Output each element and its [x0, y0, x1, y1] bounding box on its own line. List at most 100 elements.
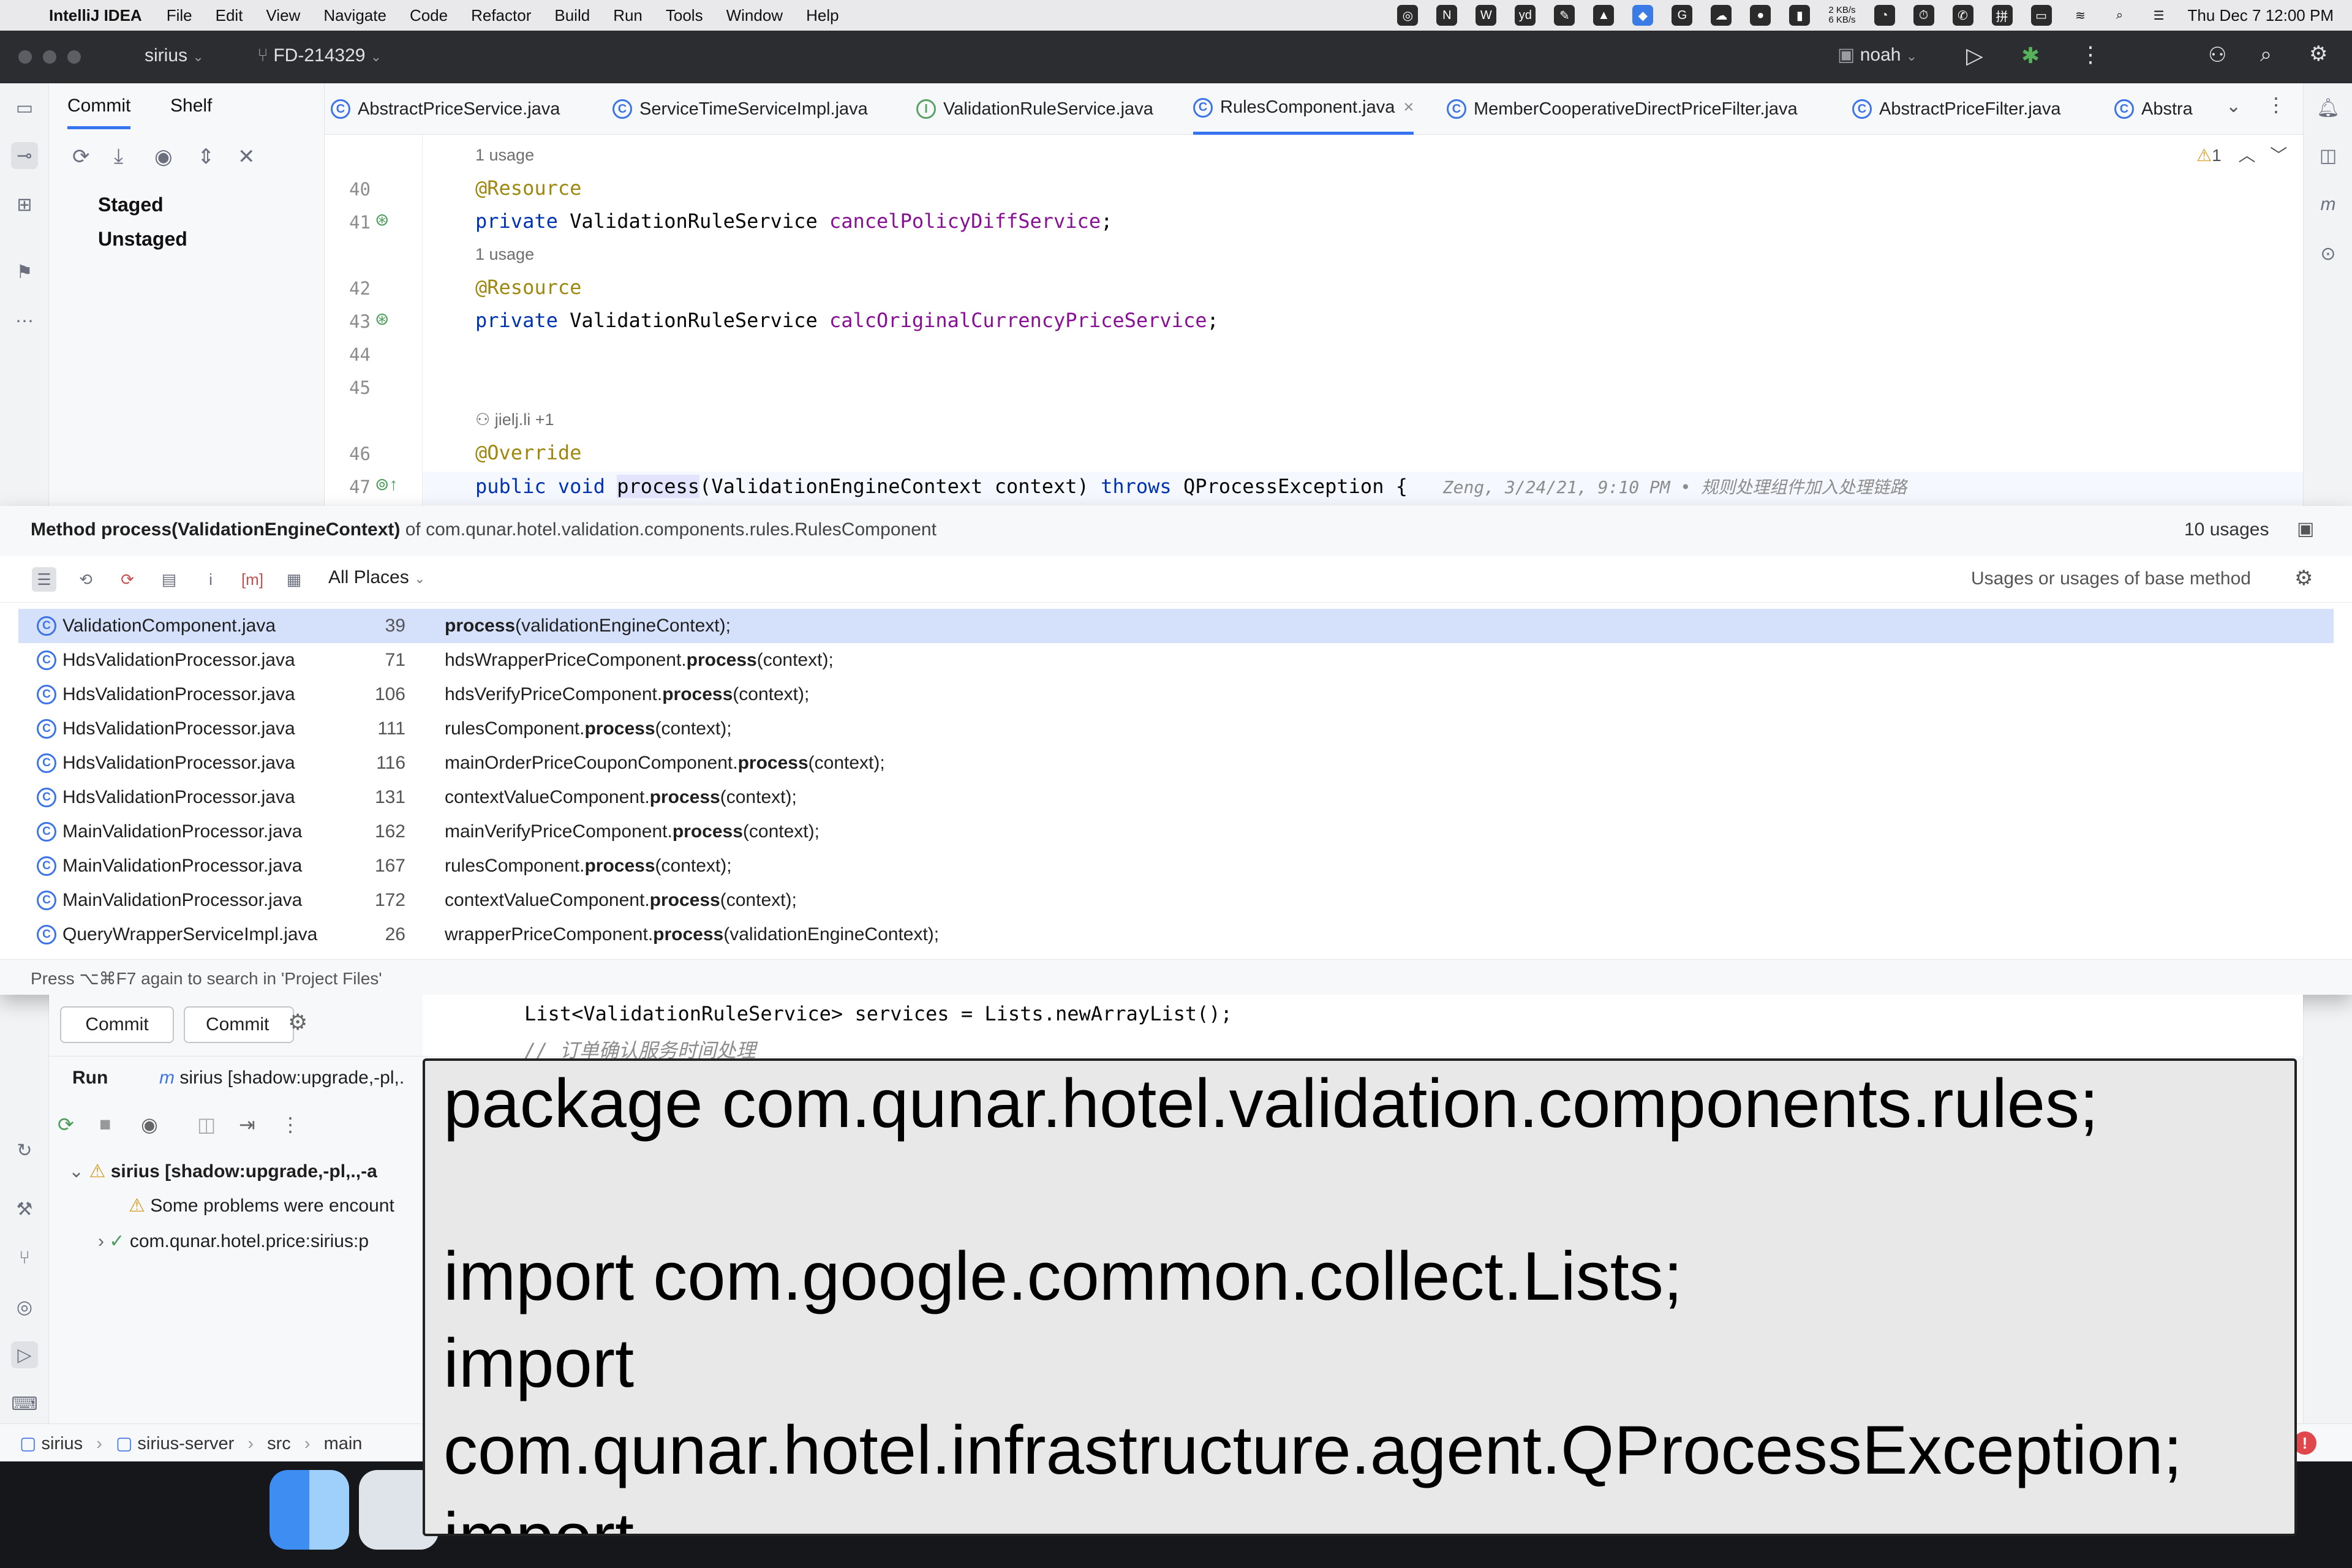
show-view-icon[interactable]: ◉	[141, 1113, 158, 1136]
battery-icon[interactable]: ▭	[2030, 5, 2052, 26]
more-tools-icon[interactable]: ⋯	[11, 307, 38, 334]
tab-commit[interactable]: Commit	[67, 96, 131, 129]
run-tree-warning[interactable]: ⚠ Some problems were encount	[129, 1195, 423, 1216]
implementation-gutter-icon[interactable]: ⊛	[375, 209, 389, 230]
add-user-icon[interactable]: ⚇	[2208, 43, 2226, 67]
finder-icon[interactable]	[270, 1470, 349, 1550]
tabs-more-icon[interactable]: ⋮	[2266, 93, 2286, 116]
signal-bars-icon[interactable]: ▮	[1789, 5, 1811, 26]
photo-icon[interactable]: ▲	[1593, 5, 1615, 26]
tabs-dropdown-icon[interactable]: ⌄	[2226, 96, 2241, 117]
maven-icon[interactable]: m	[2315, 191, 2342, 218]
run-tab[interactable]: Run	[72, 1068, 108, 1088]
structure-icon[interactable]: ⊞	[11, 191, 38, 218]
endpoints-icon[interactable]: ⊙	[2315, 240, 2342, 267]
qq-icon[interactable]: ●	[1750, 5, 1771, 26]
writer-icon[interactable]: W	[1476, 5, 1497, 26]
preview-icon[interactable]: ▦	[282, 567, 306, 592]
tab-abstract-price-filter[interactable]: C AbstractPriceFilter.java	[1852, 83, 2061, 135]
wifi-icon[interactable]: ≋	[2070, 5, 2091, 26]
usage-row[interactable]: C HdsValidationProcessor.java 111 rulesComp…	[18, 712, 2334, 746]
input-method-icon[interactable]: 拼	[1991, 5, 2013, 26]
minimize-window-button[interactable]	[43, 50, 56, 64]
clock[interactable]: Thu Dec 7 12:00 PM	[2188, 6, 2334, 25]
show-diff-icon[interactable]: ◉	[154, 145, 173, 169]
draw-icon[interactable]: ✎	[1554, 5, 1575, 26]
branch-selector[interactable]: ⑂ FD-214329 ⌄	[257, 45, 382, 66]
menu-tools[interactable]: Tools	[666, 6, 703, 25]
refresh-icon[interactable]: ⟳	[72, 145, 90, 169]
show-import-icon[interactable]: i	[198, 567, 223, 592]
menu-edit[interactable]: Edit	[216, 6, 243, 25]
breadcrumb-item[interactable]: src	[267, 1434, 291, 1453]
rerun-icon[interactable]: ↻	[11, 1137, 38, 1164]
usage-row[interactable]: C QueryWrapperServiceImpl.java 26 wrapperPr…	[18, 918, 2334, 952]
notion-icon[interactable]: N	[1436, 5, 1458, 26]
close-tab-icon[interactable]: ×	[1403, 97, 1414, 118]
settings-gear-icon[interactable]: ⚙	[2309, 42, 2328, 66]
app-menu[interactable]: IntelliJ IDEA	[49, 6, 142, 25]
build-hammer-icon[interactable]: ⚒	[11, 1196, 38, 1223]
run-tool-icon[interactable]: ▷	[11, 1341, 38, 1368]
usage-row[interactable]: C MainValidationProcessor.java 172 contextV…	[18, 883, 2334, 918]
wechat-icon[interactable]: ✆	[1952, 5, 1973, 26]
control-center-icon[interactable]: ☰	[2149, 5, 2169, 26]
commit-button[interactable]: Commit	[60, 1006, 174, 1043]
tab-shelf[interactable]: Shelf	[170, 96, 212, 116]
usage-row[interactable]: C HdsValidationProcessor.java 131 contextVa…	[18, 780, 2334, 815]
scope-selector[interactable]: All Places ⌄	[328, 567, 426, 588]
collapse-all-icon[interactable]: ✕	[238, 145, 255, 169]
show-method-icon[interactable]: [m]	[240, 567, 265, 592]
author-hint[interactable]: ⚇ jielj.li +1	[475, 410, 554, 429]
feishu-icon[interactable]: ◆	[1632, 5, 1654, 26]
run-tree-module[interactable]: › ✓ com.qunar.hotel.price:sirius:p	[98, 1231, 423, 1252]
tab-rules-component[interactable]: C RulesComponent.java ×	[1193, 83, 1414, 135]
tab-member-cooperative-filter[interactable]: C MemberCooperativeDirectPriceFilter.java	[1447, 83, 1798, 135]
unstaged-group[interactable]: Unstaged	[98, 228, 187, 251]
project-selector[interactable]: sirius ⌄	[145, 45, 204, 66]
bookmarks-icon[interactable]: ⚑	[11, 258, 38, 285]
breadcrumb-item[interactable]: main	[324, 1434, 363, 1453]
breadcrumb-item[interactable]: sirius-server	[137, 1434, 234, 1453]
search-everywhere-icon[interactable]: ⌕	[2260, 43, 2272, 67]
usage-row[interactable]: C MainValidationProcessor.java 167 rulesCom…	[18, 849, 2334, 883]
ring-icon[interactable]: G	[1672, 5, 1693, 26]
tab-abstract-price-service[interactable]: C AbstractPriceService.java	[331, 83, 560, 135]
more-icon[interactable]: ⋮	[281, 1113, 300, 1136]
commit-and-push-button[interactable]: Commit	[184, 1006, 294, 1043]
run-config-selector[interactable]: ▣ noah ⌄	[1838, 44, 1917, 66]
group-by-module-icon[interactable]: ▤	[157, 567, 181, 592]
menu-file[interactable]: File	[167, 6, 192, 25]
tab-abstract-truncated[interactable]: C Abstra	[2114, 83, 2194, 135]
youdao-icon[interactable]: yd	[1515, 5, 1536, 26]
run-tree-root[interactable]: ⌄ ⚠ sirius [shadow:upgrade,-pl,.,-a	[69, 1161, 424, 1182]
commit-options-gear-icon[interactable]: ⚙	[288, 1009, 307, 1035]
more-actions-icon[interactable]: ⋮	[2079, 42, 2101, 67]
usage-hint[interactable]: 1 usage	[475, 245, 534, 264]
run-config-tab[interactable]: m sirius [shadow:upgrade,-pl,.	[159, 1068, 404, 1088]
debug-icon[interactable]: ✱	[2021, 43, 2040, 69]
usage-row[interactable]: C ValidationComponent.java 39 process (valid…	[18, 609, 2334, 643]
popup-settings-gear-icon[interactable]: ⚙	[2294, 566, 2313, 590]
usage-row[interactable]: C HdsValidationProcessor.java 71 hdsWrapper…	[18, 643, 2334, 677]
timer-icon[interactable]: ⏱	[1913, 5, 1934, 26]
menu-navigate[interactable]: Navigate	[323, 6, 386, 25]
close-window-button[interactable]	[18, 50, 32, 64]
open-in-find-window-icon[interactable]: ▣	[2297, 518, 2314, 540]
services-icon[interactable]: ◎	[11, 1294, 38, 1321]
merge-usages-icon[interactable]: ☰	[32, 567, 56, 592]
expand-all-icon[interactable]: ⇕	[197, 145, 215, 169]
zoom-window-button[interactable]	[67, 50, 81, 64]
menu-view[interactable]: View	[266, 6, 300, 25]
usage-row[interactable]: C HdsValidationProcessor.java 116 mainOrder…	[18, 746, 2334, 780]
breadcrumb-item[interactable]: sirius	[41, 1434, 83, 1453]
menu-help[interactable]: Help	[806, 6, 839, 25]
rollback-icon[interactable]: ⤓	[114, 145, 123, 168]
menu-build[interactable]: Build	[554, 6, 590, 25]
menu-code[interactable]: Code	[410, 6, 448, 25]
write-access-icon[interactable]: ⟳	[115, 567, 140, 592]
export-icon[interactable]: ⇥	[239, 1113, 255, 1136]
implementation-gutter-icon[interactable]: ⊛	[375, 309, 389, 329]
usage-row[interactable]: C HdsValidationProcessor.java 106 hdsVerify…	[18, 677, 2334, 712]
usage-hint[interactable]: 1 usage	[475, 146, 534, 165]
